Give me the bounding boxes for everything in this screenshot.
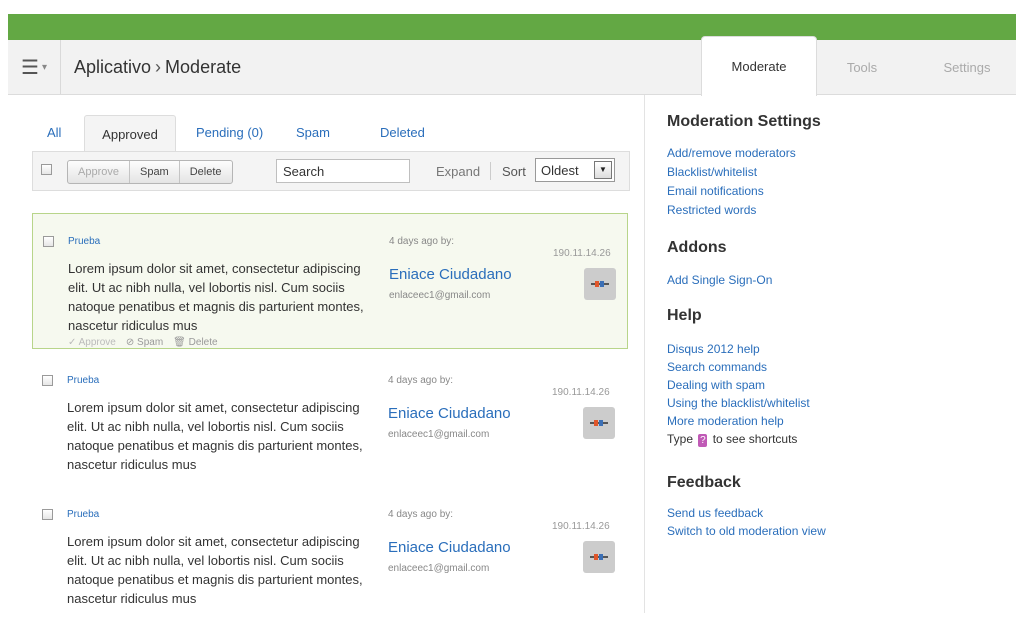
avatar-mark-blue (600, 281, 604, 287)
comment-spam-button[interactable]: ⊘ Spam (126, 337, 163, 348)
feedback-heading: Feedback (667, 474, 741, 491)
brand-bar (8, 14, 1016, 40)
spam-button[interactable]: Spam (130, 161, 180, 183)
header: ☰ ▾ Aplicativo › Moderate Moderate Tools Se… (8, 36, 1016, 96)
link-search-commands[interactable]: Search commands (667, 360, 767, 374)
addons-heading: Addons (667, 239, 727, 256)
breadcrumb-separator: › (155, 57, 162, 77)
breadcrumb: Aplicativo › Moderate (74, 57, 241, 78)
comment-author-email: enlaceec1@gmail.com (388, 429, 490, 440)
link-disqus-help[interactable]: Disqus 2012 help (667, 342, 760, 356)
bulk-toolbar: Approve Spam Delete Expand Sort Oldest ▼ (32, 151, 630, 191)
dropdown-arrow-icon: ▼ (594, 161, 612, 179)
block-icon: ⊘ (125, 337, 135, 348)
comment-body: Lorem ipsum dolor sit amet, consectetur … (67, 400, 363, 472)
link-send-feedback[interactable]: Send us feedback (667, 506, 763, 520)
comment-item[interactable]: Prueba Lorem ipsum dolor sit amet, conse… (32, 353, 628, 490)
comment-time: 4 days ago by: (388, 509, 454, 520)
comment-approve-label: Approve (78, 337, 116, 348)
thread-link[interactable]: Prueba (67, 375, 99, 386)
check-icon: ✓ (68, 337, 77, 348)
comment-spam-label: Spam (137, 337, 164, 348)
comment-delete-label: Delete (188, 337, 218, 348)
avatar[interactable] (583, 407, 615, 439)
expand-button[interactable]: Expand (436, 164, 480, 179)
comment-author-email: enlaceec1@gmail.com (388, 563, 490, 574)
comment-author-name[interactable]: Eniace Ciudadano (388, 539, 511, 556)
menu-caret-icon: ▾ (41, 61, 47, 73)
comment-ip: 190.11.14.26 (553, 248, 611, 259)
link-more-moderation-help[interactable]: More moderation help (667, 414, 784, 428)
bulk-action-buttons: Approve Spam Delete (67, 160, 233, 184)
avatar-mark-blue (599, 420, 603, 426)
breadcrumb-page: Moderate (165, 57, 242, 77)
comment-time: 4 days ago by: (388, 375, 454, 386)
comment-body: Lorem ipsum dolor sit amet, consectetur … (68, 261, 364, 333)
link-switch-old-view[interactable]: Switch to old moderation view (667, 524, 826, 538)
window-top-frame (0, 0, 1016, 14)
comment-author-email: enlaceec1@gmail.com (389, 290, 491, 301)
comment-actions: ✓ Approve ⊘ Spam 🗑 Delete (68, 337, 218, 348)
breadcrumb-site[interactable]: Aplicativo (74, 57, 151, 77)
link-dealing-with-spam[interactable]: Dealing with spam (667, 378, 765, 392)
help-heading: Help (667, 307, 702, 324)
tab-pending[interactable]: Pending (0) (196, 125, 263, 140)
delete-button[interactable]: Delete (180, 161, 232, 183)
sort-label: Sort (502, 164, 526, 179)
shortcut-hint: Type ? to see shortcuts (667, 432, 797, 447)
link-email-notifications[interactable]: Email notifications (667, 184, 764, 198)
comment-checkbox[interactable] (42, 375, 53, 386)
comment-approve-button[interactable]: ✓ Approve (68, 337, 116, 348)
search-input[interactable] (276, 159, 410, 183)
comment-item[interactable]: Prueba Lorem ipsum dolor sit amet, conse… (32, 487, 628, 623)
link-restricted-words[interactable]: Restricted words (667, 203, 756, 217)
approve-button[interactable]: Approve (68, 161, 130, 183)
shortcut-key: ? (698, 434, 708, 447)
comment-checkbox[interactable] (43, 236, 54, 247)
link-using-blacklist-whitelist[interactable]: Using the blacklist/whitelist (667, 396, 810, 410)
thread-link[interactable]: Prueba (67, 509, 99, 520)
avatar-mark-red (595, 281, 599, 287)
column-divider (644, 95, 645, 613)
sort-value: Oldest (541, 163, 579, 178)
moderation-panel: All Approved Pending (0) Spam Deleted Ap… (8, 95, 640, 623)
link-blacklist-whitelist[interactable]: Blacklist/whitelist (667, 165, 757, 179)
avatar[interactable] (583, 541, 615, 573)
trash-icon: 🗑 (173, 337, 186, 348)
toolbar-divider (490, 162, 491, 180)
thread-link[interactable]: Prueba (68, 236, 100, 247)
shortcut-prefix: Type (667, 432, 694, 446)
comment-ip: 190.11.14.26 (552, 521, 610, 532)
comment-author-name[interactable]: Eniace Ciudadano (388, 405, 511, 422)
tab-tools[interactable]: Tools (816, 40, 908, 94)
link-add-single-sign-on[interactable]: Add Single Sign-On (667, 273, 772, 287)
comment-body: Lorem ipsum dolor sit amet, consectetur … (67, 534, 363, 606)
tab-moderate[interactable]: Moderate (701, 36, 817, 96)
moderation-settings-heading: Moderation Settings (667, 113, 821, 130)
hamburger-menu-icon: ☰ (21, 56, 39, 79)
link-add-remove-moderators[interactable]: Add/remove moderators (667, 146, 796, 160)
tab-settings[interactable]: Settings (918, 40, 1016, 94)
select-all-checkbox[interactable] (41, 164, 52, 175)
comment-checkbox[interactable] (42, 509, 53, 520)
avatar-mark-blue (599, 554, 603, 560)
shortcut-suffix: to see shortcuts (712, 432, 798, 446)
tab-approved[interactable]: Approved (84, 115, 176, 152)
avatar-mark-red (594, 420, 598, 426)
comment-author-name[interactable]: Eniace Ciudadano (389, 266, 512, 283)
comment-time: 4 days ago by: (389, 236, 455, 247)
menu-button[interactable]: ☰ ▾ (8, 40, 61, 94)
comment-item[interactable]: Prueba Lorem ipsum dolor sit amet, conse… (32, 213, 628, 349)
tab-all[interactable]: All (47, 125, 61, 140)
tab-spam[interactable]: Spam (296, 125, 330, 140)
sidebar: Moderation Settings Add/remove moderator… (667, 95, 1007, 613)
sort-select[interactable]: Oldest ▼ (535, 158, 615, 182)
filter-tabs: All Approved Pending (0) Spam Deleted (38, 111, 638, 152)
comment-ip: 190.11.14.26 (552, 387, 610, 398)
avatar[interactable] (584, 268, 616, 300)
avatar-mark-red (594, 554, 598, 560)
tab-deleted[interactable]: Deleted (380, 125, 425, 140)
comment-delete-button[interactable]: 🗑 Delete (173, 337, 217, 348)
